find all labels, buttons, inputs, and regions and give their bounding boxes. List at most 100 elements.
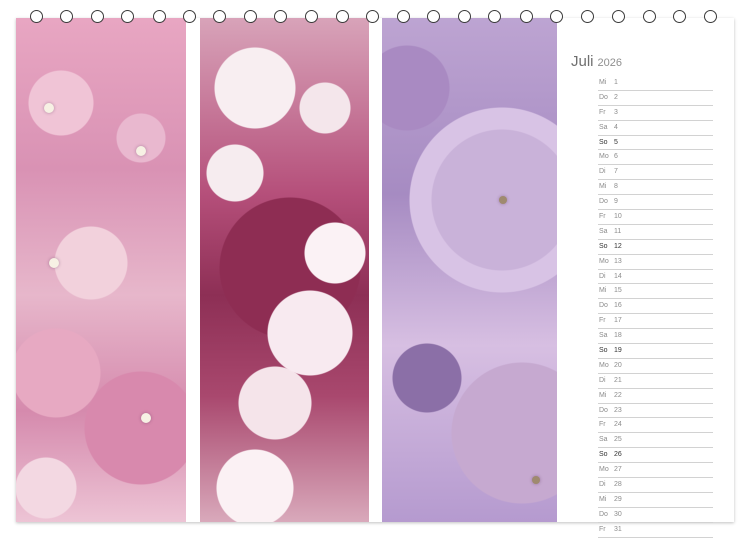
day-row: Mo 27 — [598, 463, 713, 479]
flower-centre — [499, 196, 507, 204]
day-row: Sa 18 — [598, 329, 713, 345]
day-row: Sa 25 — [598, 433, 713, 449]
weekday-label: Do — [599, 198, 608, 206]
weekday-label: Mi — [599, 495, 607, 503]
day-row: Di 28 — [598, 478, 713, 493]
day-row: Mo 13 — [598, 255, 713, 270]
day-number: 31 — [614, 525, 622, 533]
calendar-panel: Juli 2026 Mi 1 Do 2 Fr 3 Sa 4 So 5 Mo 6 Di 7 Mi 8 Do 9 Fr 10… — [557, 18, 734, 538]
day-number: 27 — [614, 466, 622, 474]
day-row: Fr 3 — [598, 106, 713, 121]
flower-centre — [141, 413, 151, 423]
day-number: 3 — [614, 108, 618, 116]
weekday-label: Mo — [599, 257, 609, 265]
binding-ring — [30, 10, 43, 23]
binding-ring — [427, 10, 440, 23]
day-row: So 26 — [598, 448, 713, 464]
binding-ring — [153, 10, 166, 23]
lilac-hydrangea-photo — [382, 18, 557, 522]
weekday-label: Do — [599, 302, 608, 310]
pink-hydrangea-photo — [16, 18, 186, 522]
day-row: Mo 6 — [598, 150, 713, 166]
day-row: Fr 17 — [598, 314, 713, 330]
day-number: 30 — [614, 510, 622, 518]
day-number: 21 — [614, 376, 622, 384]
binding-ring — [488, 10, 501, 23]
month-name: Juli — [571, 53, 594, 70]
binding-ring — [60, 10, 73, 23]
day-row: Mo 20 — [598, 359, 713, 374]
day-number: 5 — [614, 138, 618, 146]
day-number: 6 — [614, 153, 618, 161]
day-row: Mi 1 — [598, 76, 713, 91]
day-number: 2 — [614, 93, 618, 101]
day-number: 1 — [614, 79, 618, 86]
binding-ring — [458, 10, 471, 23]
day-row: So 5 — [598, 136, 713, 151]
weekday-label: Di — [599, 168, 606, 176]
weekday-label: Mi — [599, 287, 607, 295]
weekday-label: Di — [599, 272, 606, 280]
day-row: Fr 24 — [598, 418, 713, 434]
cherry-blossom-photo — [200, 18, 369, 522]
day-row: Mi 29 — [598, 493, 713, 508]
day-row: Mi 8 — [598, 180, 713, 196]
binding-ring — [305, 10, 318, 23]
day-row: Fr 10 — [598, 210, 713, 225]
weekday-label: So — [599, 242, 608, 250]
day-number: 10 — [614, 213, 622, 221]
weekday-label: Sa — [599, 436, 608, 444]
day-row: Sa 11 — [598, 225, 713, 240]
day-row: Do 2 — [598, 91, 713, 106]
year-label: 2026 — [597, 57, 622, 69]
day-list: Mi 1 Do 2 Fr 3 Sa 4 So 5 Mo 6 Di 7 Mi 8 Do 9 Fr 10 Sa 11 So 12 M… — [598, 76, 713, 538]
day-number: 11 — [614, 227, 622, 235]
day-row: So 19 — [598, 344, 713, 359]
day-row: Di 21 — [598, 374, 713, 389]
day-number: 17 — [614, 317, 622, 325]
flower-centre — [532, 476, 540, 484]
spiral-binding — [16, 10, 734, 30]
calendar-page: Juli 2026 Mi 1 Do 2 Fr 3 Sa 4 So 5 Mo 6 Di 7 Mi 8 Do 9 Fr 10… — [16, 10, 734, 538]
day-number: 25 — [614, 436, 622, 444]
weekday-label: Fr — [599, 213, 606, 221]
day-number: 19 — [614, 347, 622, 355]
day-number: 16 — [614, 302, 622, 310]
day-number: 24 — [614, 421, 622, 429]
day-number: 20 — [614, 361, 622, 369]
weekday-label: Do — [599, 510, 608, 518]
binding-ring — [183, 10, 196, 23]
day-row: Do 9 — [598, 195, 713, 211]
day-number: 4 — [614, 123, 618, 131]
day-number: 28 — [614, 481, 622, 489]
day-row: Sa 4 — [598, 121, 713, 136]
weekday-label: Mo — [599, 153, 609, 161]
day-number: 13 — [614, 257, 622, 265]
weekday-label: Fr — [599, 421, 606, 429]
binding-ring — [121, 10, 134, 23]
binding-ring — [366, 10, 379, 23]
flower-centre — [136, 146, 146, 156]
day-row: Do 23 — [598, 404, 713, 419]
binding-ring — [274, 10, 287, 23]
weekday-label: Mi — [599, 391, 607, 399]
day-number: 12 — [614, 242, 622, 250]
binding-ring — [336, 10, 349, 23]
binding-ring — [550, 10, 563, 23]
day-number: 18 — [614, 332, 622, 340]
day-number: 23 — [614, 406, 622, 414]
binding-ring — [213, 10, 226, 23]
weekday-label: Fr — [599, 108, 606, 116]
day-row: Do 30 — [598, 508, 713, 523]
binding-ring — [643, 10, 656, 23]
weekday-label: Mo — [599, 466, 609, 474]
weekday-label: Fr — [599, 525, 606, 533]
day-number: 22 — [614, 391, 622, 399]
day-row: Di 7 — [598, 165, 713, 181]
weekday-label: Sa — [599, 332, 608, 340]
day-number: 14 — [614, 272, 622, 280]
weekday-label: Do — [599, 93, 608, 101]
weekday-label: So — [599, 451, 608, 459]
weekday-label: So — [599, 347, 608, 355]
weekday-label: Do — [599, 406, 608, 414]
